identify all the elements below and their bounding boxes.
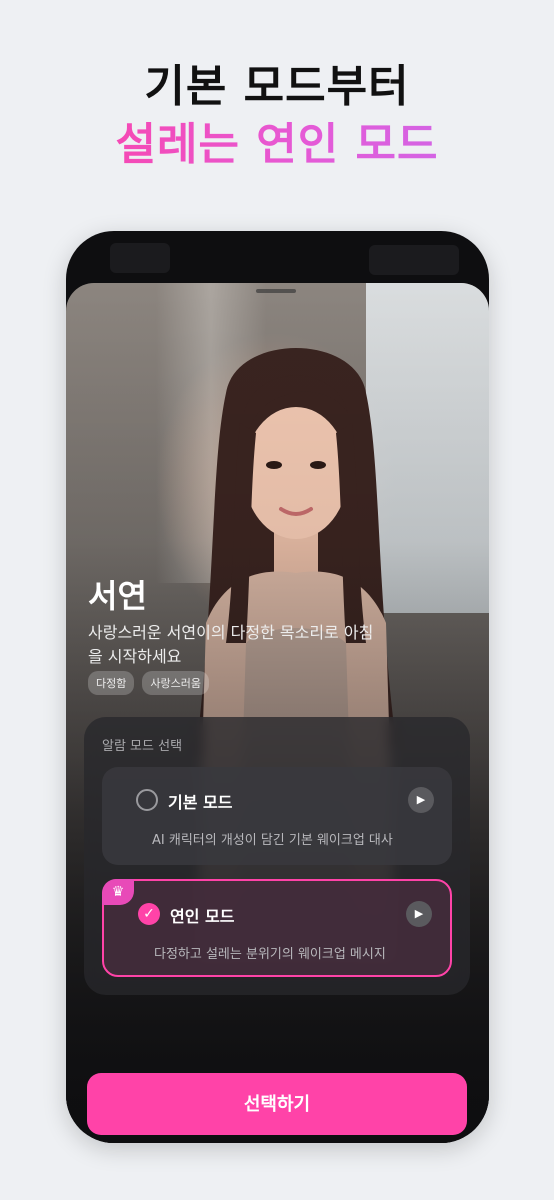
- character-tags: 다정함 사랑스러움: [88, 671, 209, 695]
- mode-option-lover[interactable]: ♛ ✓ 연인 모드 ▶ 다정하고 설레는 분위기의 웨이크업 메시지: [102, 879, 452, 977]
- mode-option-basic[interactable]: 기본 모드 ▶ AI 캐릭터의 개성이 담긴 기본 웨이크업 대사: [102, 767, 452, 865]
- status-bar-right: [369, 245, 459, 275]
- play-icon[interactable]: ▶: [408, 787, 434, 813]
- alarm-mode-panel: 알람 모드 선택 기본 모드 ▶ AI 캐릭터의 개성이 담긴 기본 웨이크업 …: [84, 717, 470, 995]
- crown-icon: ♛: [102, 879, 134, 905]
- panel-title: 알람 모드 선택: [102, 739, 183, 754]
- select-button[interactable]: 선택하기: [87, 1073, 467, 1135]
- promo-line-1: 기본 모드부터: [144, 61, 410, 112]
- check-icon[interactable]: ✓: [138, 903, 160, 925]
- mode-subtitle: AI 캐릭터의 개성이 담긴 기본 웨이크업 대사: [152, 833, 393, 848]
- character-sheet: 서연 사랑스러운 서연이의 다정한 목소리로 아침을 시작하세요 다정함 사랑스…: [66, 283, 489, 1143]
- character-name: 서연: [88, 577, 147, 615]
- phone-frame: 서연 사랑스러운 서연이의 다정한 목소리로 아침을 시작하세요 다정함 사랑스…: [66, 231, 489, 1143]
- mode-title: 기본 모드: [168, 793, 233, 812]
- tag-chip: 다정함: [88, 671, 135, 695]
- status-bar-left: [110, 243, 170, 273]
- play-icon[interactable]: ▶: [406, 901, 432, 927]
- promo-headline: 기본 모드부터 설레는 연인 모드: [0, 58, 554, 174]
- bottom-fade-overlay: [66, 283, 489, 1143]
- promo-line-2: 설레는 연인 모드: [0, 116, 554, 174]
- mode-title: 연인 모드: [170, 907, 235, 926]
- radio-unchecked-icon[interactable]: [136, 789, 158, 811]
- tag-chip: 사랑스러움: [142, 671, 209, 695]
- mode-subtitle: 다정하고 설레는 분위기의 웨이크업 메시지: [154, 947, 386, 962]
- character-description: 사랑스러운 서연이의 다정한 목소리로 아침을 시작하세요: [88, 623, 374, 666]
